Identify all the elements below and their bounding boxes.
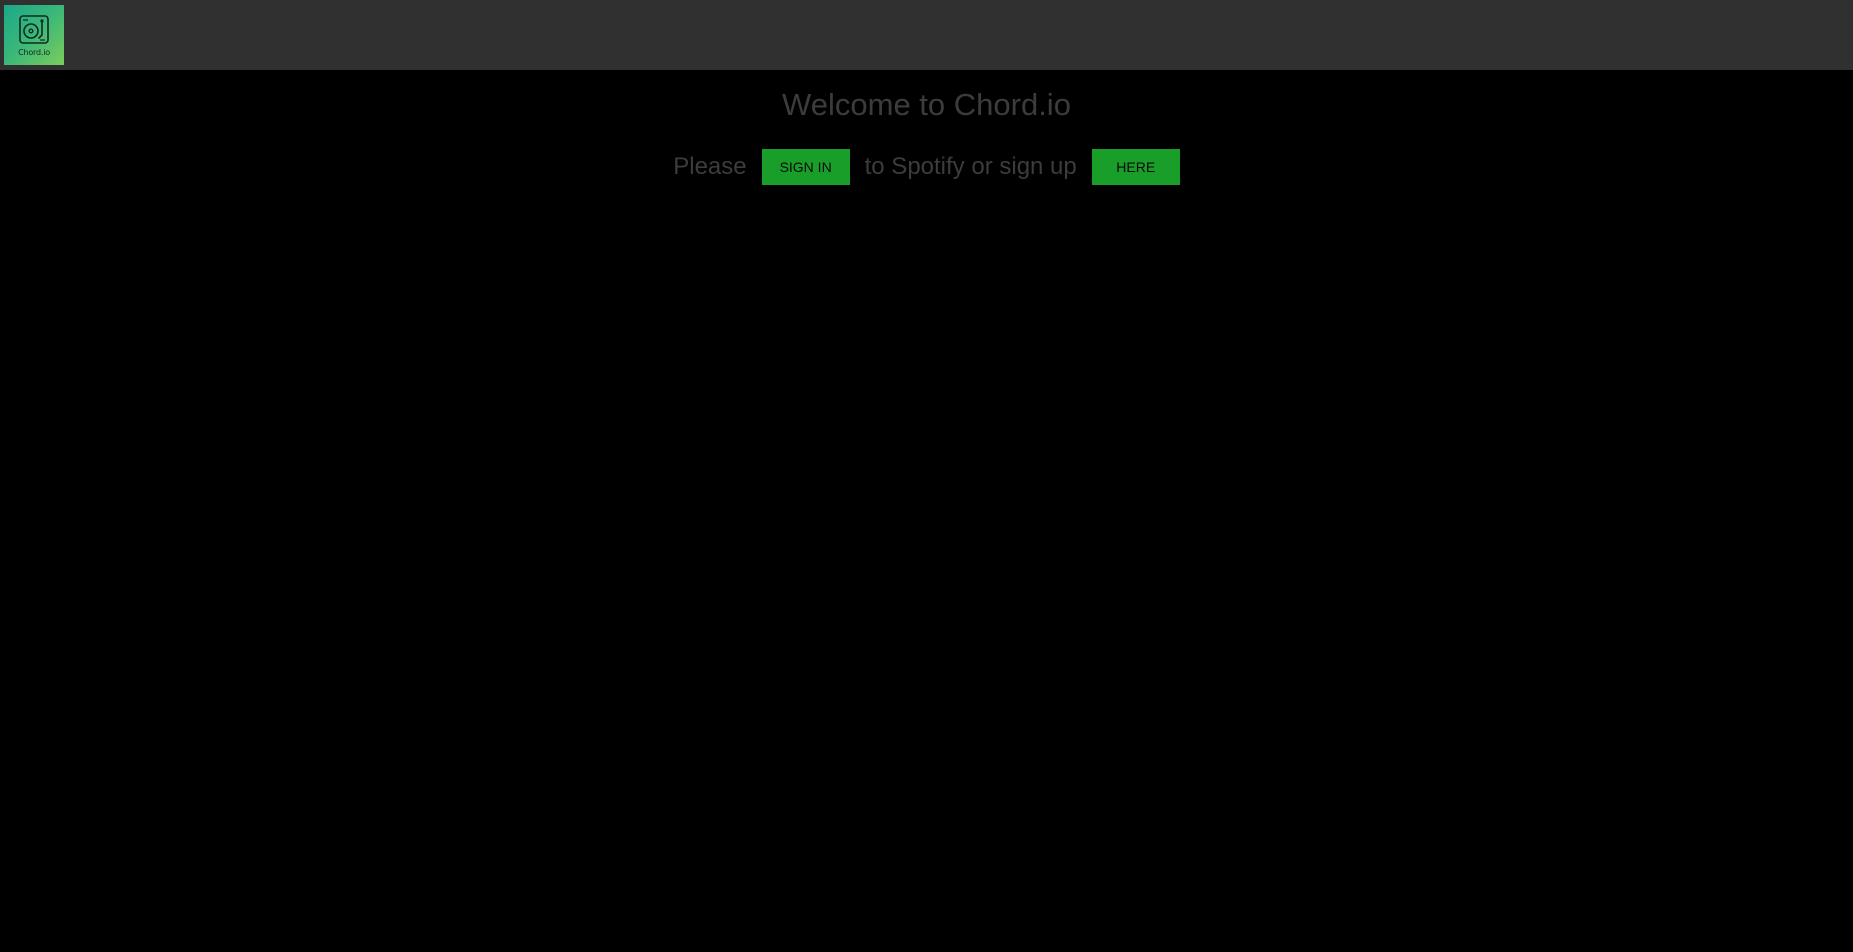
- top-nav-bar: Chord.io: [0, 0, 1853, 70]
- turntable-icon: [19, 15, 49, 44]
- prompt-text-middle: to Spotify or sign up: [864, 153, 1077, 180]
- prompt-text-please: Please: [673, 153, 747, 180]
- page-title: Welcome to Chord.io: [782, 87, 1071, 122]
- logo-label: Chord.io: [18, 48, 50, 57]
- app-logo[interactable]: Chord.io: [4, 5, 64, 65]
- sign-in-button[interactable]: SIGN IN: [761, 149, 850, 185]
- sign-up-here-button[interactable]: HERE: [1091, 149, 1180, 185]
- signin-prompt: Please SIGN IN to Spotify or sign up HER…: [0, 149, 1853, 185]
